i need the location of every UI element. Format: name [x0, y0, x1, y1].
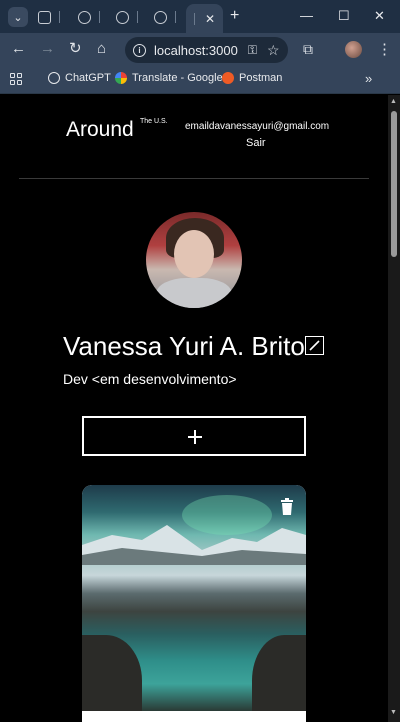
close-window-button[interactable]: ✕ [374, 8, 385, 24]
browser-menu-icon[interactable]: ⋮ [377, 40, 392, 58]
site-info-icon[interactable]: i [133, 43, 146, 57]
chatgpt-icon [116, 10, 129, 24]
maximize-button[interactable]: ☐ [338, 8, 350, 24]
profile-about: Dev <em desenvolvimento> [63, 371, 237, 387]
mountains-shape [82, 525, 306, 565]
scroll-down-arrow[interactable]: ▼ [390, 709, 397, 716]
card-image[interactable] [82, 485, 306, 711]
forward-button[interactable]: → [40, 41, 55, 57]
page-content: Around The U.S. emaildavanessayuri@gmail… [0, 95, 388, 722]
tab-favicon [38, 10, 51, 24]
postman-icon [222, 72, 234, 84]
tab-1[interactable] [38, 6, 60, 28]
page-scrollbar[interactable]: ▲ ▼ [388, 95, 400, 722]
tab-3[interactable] [116, 6, 138, 28]
scrollbar-thumb[interactable] [391, 111, 397, 257]
trash-icon[interactable] [278, 498, 296, 516]
pencil-icon [309, 340, 320, 351]
more-bookmarks-button[interactable]: » [365, 71, 372, 86]
back-button[interactable]: ← [11, 41, 26, 57]
new-tab-button[interactable]: + [230, 7, 239, 25]
tab-search-button[interactable]: ⌄ [8, 7, 28, 27]
edit-profile-button[interactable] [305, 336, 324, 355]
password-key-icon[interactable]: ⚿ [248, 43, 257, 58]
minimize-button[interactable]: — [300, 8, 313, 23]
logout-link[interactable]: Sair [246, 137, 266, 149]
tab-active[interactable]: ✕ [186, 4, 224, 33]
reload-button[interactable]: ↻ [69, 41, 82, 57]
url-text: localhost:3000 [154, 42, 238, 58]
extensions-puzzle-icon[interactable]: ⧉ [303, 41, 313, 58]
add-card-button[interactable] [82, 416, 306, 456]
browser-toolbar: ← → ↻ ⌂ i localhost:3000 ⚿ ☆ ⧉ ⋮ [0, 33, 400, 66]
site-logo-subtitle: The U.S. [140, 118, 168, 125]
tab-2[interactable] [78, 6, 100, 28]
tab-4[interactable] [154, 6, 176, 28]
bookmark-postman[interactable]: Postman [222, 72, 282, 84]
bookmark-label: Postman [239, 72, 283, 84]
apps-grid-icon[interactable] [10, 73, 22, 85]
header-divider [19, 178, 369, 179]
user-email: emaildavanessayuri@gmail.com [185, 121, 330, 132]
plus-icon [188, 430, 202, 444]
browser-tab-bar: ⌄ ✕ + — ☐ ✕ [0, 0, 400, 33]
globe-icon [78, 10, 91, 24]
site-logo: Around [66, 118, 134, 141]
profile-name: Vanessa Yuri A. Brito [63, 331, 305, 361]
bookmark-label: ChatGPT [65, 72, 111, 84]
chatgpt-icon [48, 72, 60, 84]
address-bar[interactable]: i localhost:3000 ⚿ ☆ [125, 37, 288, 63]
bookmark-chatgpt[interactable]: ChatGPT [48, 72, 111, 84]
bookmark-google-translate[interactable]: Translate - Google [115, 72, 223, 84]
google-icon [115, 72, 127, 84]
profile-avatar-image[interactable] [146, 212, 242, 308]
github-icon [154, 10, 167, 24]
home-button[interactable]: ⌂ [97, 41, 106, 57]
close-tab-icon[interactable]: ✕ [205, 12, 215, 26]
bookmark-label: Translate - Google [132, 72, 223, 84]
scroll-up-arrow[interactable]: ▲ [390, 98, 397, 105]
profile-avatar[interactable] [345, 41, 362, 58]
bookmarks-bar: ChatGPT Translate - Google Postman » [0, 66, 400, 94]
bookmark-star-icon[interactable]: ☆ [267, 42, 280, 59]
place-card [82, 485, 306, 722]
